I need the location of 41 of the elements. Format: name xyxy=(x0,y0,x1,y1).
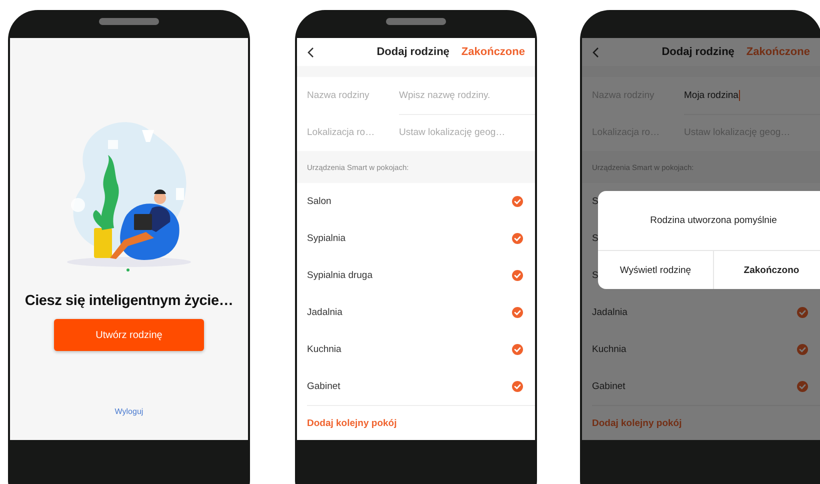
input-field[interactable]: Wpisz nazwę rodziny. xyxy=(399,90,529,100)
check-icon[interactable] xyxy=(797,344,808,355)
check-icon[interactable] xyxy=(512,381,523,392)
room-name: Salon xyxy=(307,196,332,207)
done-button[interactable]: Zakończone xyxy=(746,46,810,58)
room-name: Gabinet xyxy=(307,381,340,392)
room-name: Sypialnia druga xyxy=(307,270,372,281)
field-label: Lokalizacja ro… xyxy=(307,127,376,138)
room-name: Kuchnia xyxy=(307,344,342,355)
room-name: Jadalnia xyxy=(592,307,628,318)
room-name: S xyxy=(592,196,598,207)
check-icon[interactable] xyxy=(512,270,523,281)
input-field[interactable]: Ustaw lokalizację geog… xyxy=(399,127,529,138)
add-room-link[interactable]: Dodaj kolejny pokój xyxy=(307,418,397,428)
field-label: Nazwa rodziny xyxy=(307,90,370,101)
logout-link[interactable]: Wyloguj xyxy=(114,407,144,416)
dialog-button[interactable]: Wyświetl rodzinę xyxy=(598,251,713,289)
check-icon[interactable] xyxy=(512,233,523,244)
back-icon[interactable] xyxy=(307,46,314,58)
dialog-message: Rodzina utworzona pomyślnie xyxy=(598,191,820,251)
room-name: S xyxy=(592,270,598,281)
check-icon[interactable] xyxy=(797,381,808,392)
speaker-icon xyxy=(99,18,159,25)
screen-title: Dodaj rodzinę xyxy=(376,46,450,58)
room-name: Jadalnia xyxy=(307,307,342,318)
room-name: S xyxy=(592,233,598,244)
screen-title: Dodaj rodzinę xyxy=(662,46,734,58)
speaker-icon xyxy=(386,18,446,25)
check-icon[interactable] xyxy=(512,344,523,355)
done-button[interactable]: Zakończone xyxy=(461,46,525,58)
input-field[interactable]: Moja rodzina xyxy=(684,90,740,100)
headline: Ciesz się inteligentnym życie… xyxy=(24,293,234,309)
room-name: Kuchnia xyxy=(592,344,626,355)
check-icon[interactable] xyxy=(512,307,523,318)
create-family-button[interactable]: Utwórz rodzinę xyxy=(54,319,204,351)
check-icon[interactable] xyxy=(512,196,523,207)
dialog-button[interactable]: Zakończono xyxy=(713,251,820,289)
room-name: Sypialnia xyxy=(307,233,346,244)
check-icon[interactable] xyxy=(797,307,808,318)
room-name: Gabinet xyxy=(592,381,626,392)
add-room-link[interactable]: Dodaj kolejny pokój xyxy=(592,418,682,428)
